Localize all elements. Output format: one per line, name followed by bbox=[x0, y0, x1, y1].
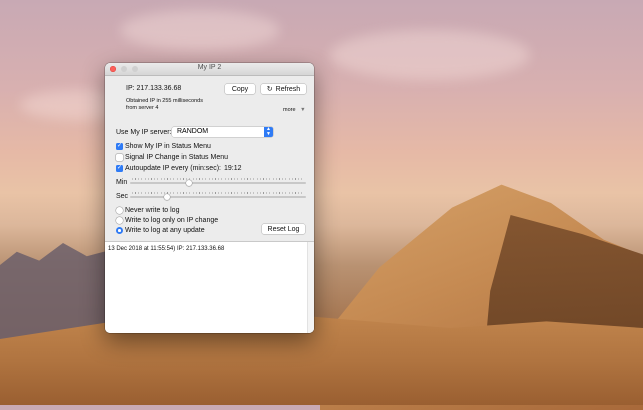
refresh-icon: ↻ bbox=[266, 86, 273, 93]
title-bar[interactable]: My IP 2 bbox=[105, 63, 314, 76]
log-scrollbar[interactable] bbox=[307, 242, 314, 333]
min-slider-track[interactable] bbox=[130, 182, 306, 184]
more-toggle[interactable]: more ▼ bbox=[283, 107, 306, 113]
sec-slider-label: Sec bbox=[116, 193, 129, 200]
ip-address-label: IP: 217.133.36.68 bbox=[126, 85, 182, 92]
log-on-change-label: Write to log only on IP change bbox=[125, 217, 219, 224]
copy-button-label: Copy bbox=[231, 85, 249, 93]
refresh-button[interactable]: ↻ Refresh bbox=[261, 84, 306, 94]
copy-button[interactable]: Copy bbox=[225, 84, 255, 94]
min-slider-label: Min bbox=[116, 179, 128, 186]
log-text-area[interactable]: 13 Dec 2018 at 11:55:54) IP: 217.133.36.… bbox=[105, 241, 314, 333]
more-label: more bbox=[283, 107, 296, 113]
server-text: from server 4 bbox=[126, 105, 159, 111]
my-ip-window: My IP 2 IP: 217.133.36.68 Copy ↻ Refresh… bbox=[105, 63, 314, 333]
sec-slider-ticks bbox=[132, 192, 305, 194]
log-entry: 13 Dec 2018 at 11:55:54) IP: 217.133.36.… bbox=[108, 246, 225, 252]
autoupdate-checkbox[interactable]: ✓ bbox=[116, 165, 123, 172]
never-write-log-radio[interactable] bbox=[116, 207, 123, 214]
log-any-update-radio[interactable] bbox=[116, 227, 123, 234]
autoupdate-label: Autoupdate IP every (min:sec): bbox=[125, 165, 221, 172]
obtained-ip-text: Obtained IP in 255 milliseconds bbox=[126, 98, 203, 104]
sec-slider-knob[interactable] bbox=[164, 194, 170, 200]
refresh-button-label: Refresh bbox=[275, 85, 301, 93]
min-slider-knob[interactable] bbox=[186, 180, 193, 186]
log-on-change-radio[interactable] bbox=[116, 217, 123, 224]
sec-slider-track[interactable] bbox=[130, 196, 306, 198]
autoupdate-value: 19:12 bbox=[224, 165, 242, 172]
signal-ip-change-label: Signal IP Change in Status Menu bbox=[125, 154, 228, 161]
server-select-value: RANDOM bbox=[177, 128, 209, 135]
updown-arrows-icon: ▲ ▼ bbox=[264, 127, 273, 137]
signal-ip-change-checkbox[interactable] bbox=[116, 154, 123, 161]
never-write-log-label: Never write to log bbox=[125, 207, 180, 214]
log-any-update-label: Write to log at any update bbox=[125, 227, 205, 234]
min-slider-ticks bbox=[132, 178, 305, 180]
reset-log-label: Reset Log bbox=[267, 225, 300, 233]
show-ip-status-menu-checkbox[interactable]: ✓ bbox=[116, 143, 123, 150]
triangle-down-icon: ▼ bbox=[300, 107, 306, 113]
server-select[interactable]: RANDOM ▲ ▼ bbox=[172, 127, 273, 137]
server-select-label: Use My IP server: bbox=[116, 129, 172, 136]
show-ip-status-menu-label: Show My IP in Status Menu bbox=[125, 143, 211, 150]
window-title: My IP 2 bbox=[197, 64, 222, 71]
reset-log-button[interactable]: Reset Log bbox=[262, 224, 305, 234]
